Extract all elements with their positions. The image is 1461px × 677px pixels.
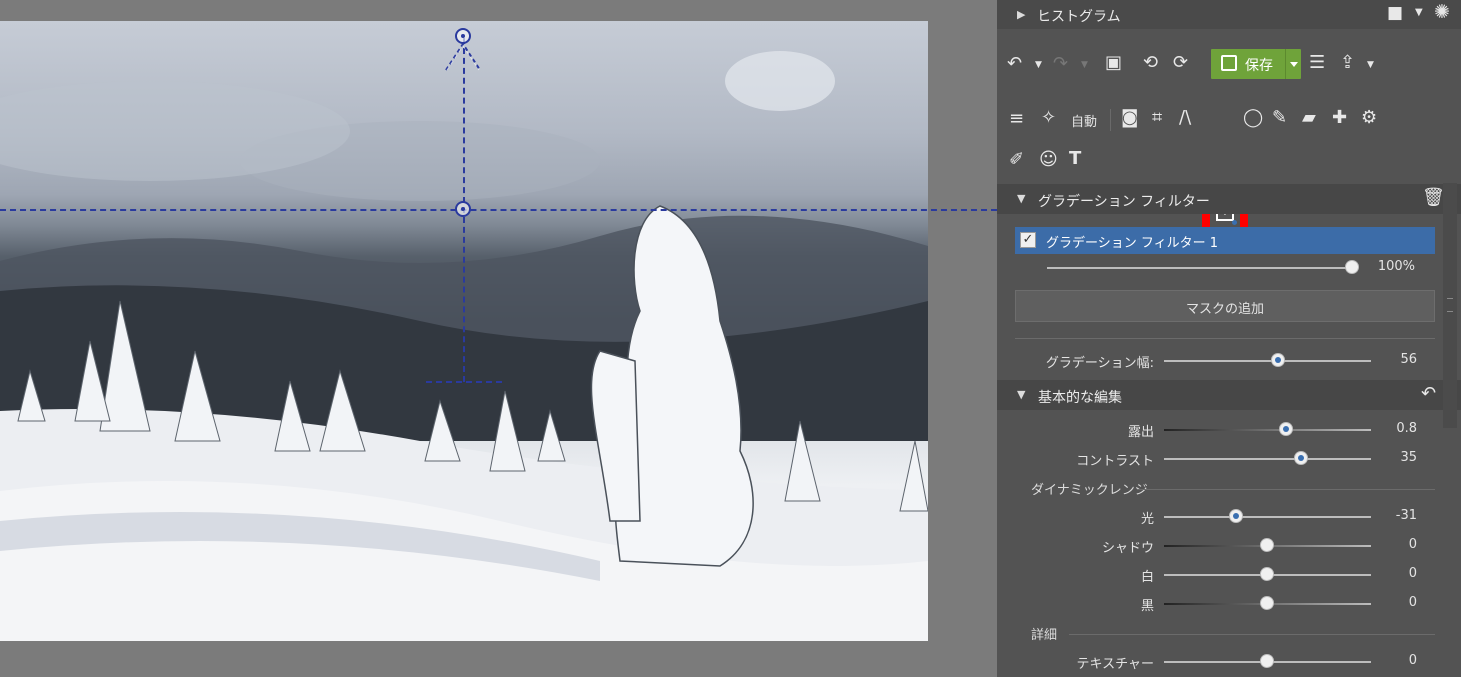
light-value: -31 — [1395, 508, 1417, 523]
add-mask-button[interactable]: マスクの追加 — [1015, 290, 1435, 322]
gradient-arrow-icon — [445, 42, 481, 71]
divider — [1015, 338, 1435, 339]
layer-name: グラデーション フィルター 1 — [1046, 236, 1219, 251]
tools-row: ≡ ✧ 自動 ◙ ⌗ /\ ↑ ◯ ✎ ▰ ✚ ⚙ — [997, 95, 1461, 236]
dynamic-range-label: ダイナミックレンジ — [1031, 483, 1148, 498]
brush-icon[interactable]: ✎ — [1272, 108, 1287, 128]
whites-label: 白 — [1140, 570, 1154, 585]
gradient-width-track[interactable] — [1164, 360, 1371, 362]
gradient-center-line[interactable] — [0, 209, 997, 211]
radial-filter-icon[interactable]: ◯ — [1243, 108, 1263, 128]
rotate-right-icon[interactable]: ⟳ — [1173, 53, 1188, 73]
histogram-mode-icon[interactable]: ■ — [1387, 3, 1403, 23]
gradient-center-handle[interactable] — [455, 201, 471, 217]
trash-icon[interactable]: 🗑 — [1422, 188, 1445, 208]
contrast-label: コントラスト — [1076, 454, 1154, 469]
gradient-width-knob[interactable] — [1271, 353, 1285, 367]
crop-icon[interactable]: ⌗ — [1152, 108, 1162, 128]
blacks-value: 0 — [1408, 595, 1417, 610]
image-view-icon[interactable]: ▣ — [1105, 53, 1122, 73]
contrast-knob[interactable] — [1294, 451, 1308, 465]
blacks-knob[interactable] — [1260, 596, 1274, 610]
share-icon[interactable]: ⇪ — [1340, 53, 1355, 73]
exposure-knob[interactable] — [1279, 422, 1293, 436]
shadows-knob[interactable] — [1260, 538, 1274, 552]
layer-opacity-value: 100% — [1377, 259, 1415, 274]
gradient-width-value: 56 — [1400, 352, 1417, 367]
pen-icon[interactable]: ✐ — [1009, 150, 1024, 170]
collapse-triangle-icon: ▼ — [1017, 192, 1026, 205]
detail-label: 詳細 — [1031, 628, 1058, 643]
light-track[interactable] — [1164, 516, 1371, 518]
texture-label: テキスチャー — [1076, 657, 1154, 672]
collapse-triangle-icon: ▼ — [1017, 388, 1026, 401]
undo-icon[interactable]: ↶ — [1007, 54, 1022, 74]
light-knob[interactable] — [1229, 509, 1243, 523]
divider — [1137, 489, 1435, 490]
basic-edit-title: 基本的な編集 — [1038, 390, 1122, 406]
tools-row-2: ✐ ☺ T — [997, 147, 1461, 177]
sliders-icon[interactable]: ≡ — [1009, 109, 1024, 129]
gradient-width-label: グラデーション幅: — [1045, 356, 1154, 371]
gradient-width-bar[interactable] — [426, 381, 502, 383]
layer-opacity-track[interactable] — [1047, 267, 1352, 269]
add-mask-label: マスクの追加 — [1185, 302, 1264, 317]
disk-icon — [1221, 55, 1237, 71]
eraser-icon[interactable]: ▰ — [1302, 108, 1316, 128]
whites-knob[interactable] — [1260, 567, 1274, 581]
exposure-track[interactable] — [1164, 429, 1371, 431]
layer-checkbox[interactable]: ✓ — [1020, 232, 1036, 248]
shadows-value: 0 — [1408, 537, 1417, 552]
gradient-layer-item[interactable]: ✓ グラデーション フィルター 1 — [1015, 227, 1435, 254]
adjust-settings-icon[interactable]: ☰ — [1309, 53, 1325, 73]
panel-scrollbar[interactable] — [1443, 183, 1457, 428]
redo-dropdown-icon[interactable]: ▼ — [1081, 55, 1088, 75]
magic-wand-icon[interactable]: ✧ — [1041, 108, 1056, 128]
divider — [1069, 634, 1435, 635]
scrollbar-grip[interactable] — [1447, 298, 1453, 312]
toolbar-divider — [1110, 109, 1111, 131]
histogram-header[interactable]: ▶ ヒストグラム ■ ▼ ✺ — [997, 0, 1461, 29]
save-button[interactable]: 保存 — [1211, 49, 1301, 79]
bandage-icon[interactable]: ✚ — [1332, 108, 1347, 128]
chevron-down-icon[interactable]: ▼ — [1415, 3, 1423, 23]
auto-button[interactable]: 自動 — [1071, 111, 1097, 130]
basic-edit-header[interactable]: ▼ 基本的な編集 ↶ — [997, 380, 1461, 410]
main-toolbar: ↶ ▼ ↷ ▼ ▣ ⟲ ⟳ 保存 ☰ ⇪ ▼ — [997, 38, 1461, 88]
rotate-left-icon[interactable]: ⟲ — [1143, 53, 1158, 73]
gradient-filter-header[interactable]: ▼ グラデーション フィルター 🗑 — [997, 184, 1461, 214]
texture-knob[interactable] — [1260, 654, 1274, 668]
expand-triangle-icon: ▶ — [1017, 8, 1026, 21]
brightness-icon[interactable]: ✺ — [1434, 2, 1450, 22]
camera-icon[interactable]: ◙ — [1121, 108, 1138, 128]
whites-value: 0 — [1408, 566, 1417, 581]
share-dropdown-icon[interactable]: ▼ — [1367, 55, 1374, 75]
histogram-title: ヒストグラム — [1037, 9, 1121, 25]
face-mask-icon[interactable]: ☺ — [1039, 150, 1058, 170]
save-dropdown[interactable] — [1285, 49, 1301, 79]
right-panel: ▶ ヒストグラム ■ ▼ ✺ ↶ ▼ ↷ ▼ ▣ ⟲ ⟳ 保存 ☰ ⇪ ▼ ≡ … — [997, 0, 1461, 677]
text-tool-icon[interactable]: T — [1069, 149, 1081, 169]
exposure-value: 0.8 — [1396, 421, 1417, 436]
reset-icon[interactable]: ↶ — [1421, 384, 1436, 404]
gear-icon[interactable]: ⚙ — [1361, 108, 1377, 128]
light-label: 光 — [1140, 512, 1154, 527]
gradient-filter-title: グラデーション フィルター — [1038, 194, 1210, 210]
undo-dropdown-icon[interactable]: ▼ — [1035, 55, 1042, 75]
blacks-label: 黒 — [1140, 599, 1154, 614]
layer-opacity-knob[interactable] — [1345, 260, 1359, 274]
active-dot — [1232, 220, 1237, 225]
contrast-value: 35 — [1400, 450, 1417, 465]
image-canvas[interactable] — [0, 0, 997, 677]
shadows-label: シャドウ — [1101, 541, 1154, 556]
contrast-track[interactable] — [1164, 458, 1371, 460]
save-label: 保存 — [1245, 58, 1273, 74]
perspective-icon[interactable]: /\ — [1179, 108, 1191, 128]
redo-icon[interactable]: ↷ — [1053, 54, 1068, 74]
exposure-label: 露出 — [1127, 425, 1154, 440]
texture-value: 0 — [1408, 653, 1417, 668]
